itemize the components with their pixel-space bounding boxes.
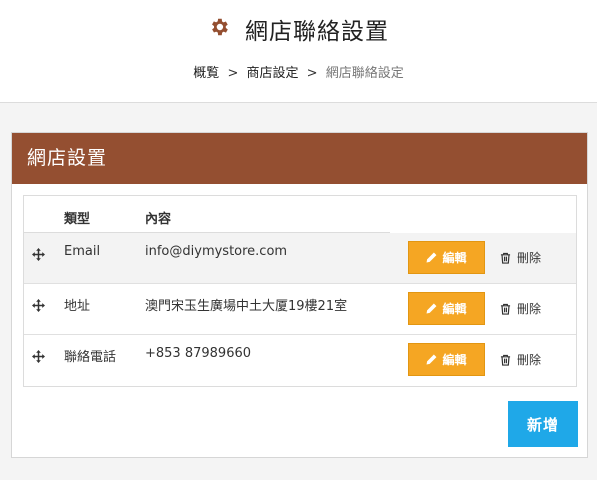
trash-icon	[500, 252, 511, 264]
title-row: 網店聯絡設置	[0, 12, 597, 46]
edit-button-label: 編輯	[442, 251, 467, 265]
breadcrumb-overview[interactable]: 概覧	[193, 66, 219, 81]
row-content: +853 87989660	[145, 346, 252, 361]
row-content: info@diymystore.com	[145, 244, 288, 259]
move-arrows-icon[interactable]	[32, 246, 45, 261]
contact-table: 類型 內容 Email info@diymystore.com 編輯 刪除 地址…	[23, 195, 577, 387]
delete-button-label: 刪除	[517, 302, 542, 316]
row-type: 地址	[64, 299, 91, 314]
edit-button[interactable]: 編輯	[408, 241, 485, 274]
move-arrows-icon[interactable]	[32, 348, 45, 363]
move-arrows-icon[interactable]	[32, 297, 45, 312]
pencil-icon	[427, 303, 437, 314]
pencil-icon	[427, 252, 437, 263]
page-title: 網店聯絡設置	[245, 19, 390, 45]
delete-button[interactable]: 刪除	[500, 241, 541, 274]
table-row: Email info@diymystore.com 編輯 刪除	[24, 233, 576, 284]
trash-icon	[500, 354, 511, 366]
trash-icon	[500, 303, 511, 315]
column-header-type: 類型	[64, 212, 91, 227]
pencil-icon	[427, 354, 437, 365]
table-row: 聯絡電話 +853 87989660 編輯 刪除	[24, 335, 576, 386]
table-header: 類型 內容	[24, 196, 390, 233]
edit-button-label: 編輯	[442, 302, 467, 316]
delete-button-label: 刪除	[517, 353, 542, 367]
delete-button[interactable]: 刪除	[500, 343, 541, 376]
breadcrumb-shop-settings[interactable]: 商店設定	[246, 66, 298, 81]
row-type: Email	[64, 244, 101, 259]
store-settings-panel: 網店設置 類型 內容 Email info@diymystore.com 編輯 …	[11, 132, 588, 458]
page-header: 網店聯絡設置 概覧 > 商店設定 > 網店聯絡設定	[0, 0, 597, 103]
add-button[interactable]: 新增	[508, 401, 578, 447]
edit-button[interactable]: 編輯	[408, 343, 485, 376]
breadcrumb-separator: >	[227, 66, 239, 81]
row-content: 澳門宋玉生廣場中土大厦19樓21室	[145, 299, 348, 314]
edit-button-label: 編輯	[442, 353, 467, 367]
panel-title: 網店設置	[12, 133, 587, 184]
breadcrumb-separator: >	[306, 66, 318, 81]
breadcrumb-current: 網店聯絡設定	[325, 66, 404, 81]
column-header-content: 內容	[145, 212, 172, 227]
gear-icon	[208, 16, 230, 38]
delete-button[interactable]: 刪除	[500, 292, 541, 325]
breadcrumb: 概覧 > 商店設定 > 網店聯絡設定	[0, 62, 597, 81]
table-row: 地址 澳門宋玉生廣場中土大厦19樓21室 編輯 刪除	[24, 284, 576, 335]
row-type: 聯絡電話	[64, 350, 117, 365]
edit-button[interactable]: 編輯	[408, 292, 485, 325]
delete-button-label: 刪除	[517, 251, 542, 265]
